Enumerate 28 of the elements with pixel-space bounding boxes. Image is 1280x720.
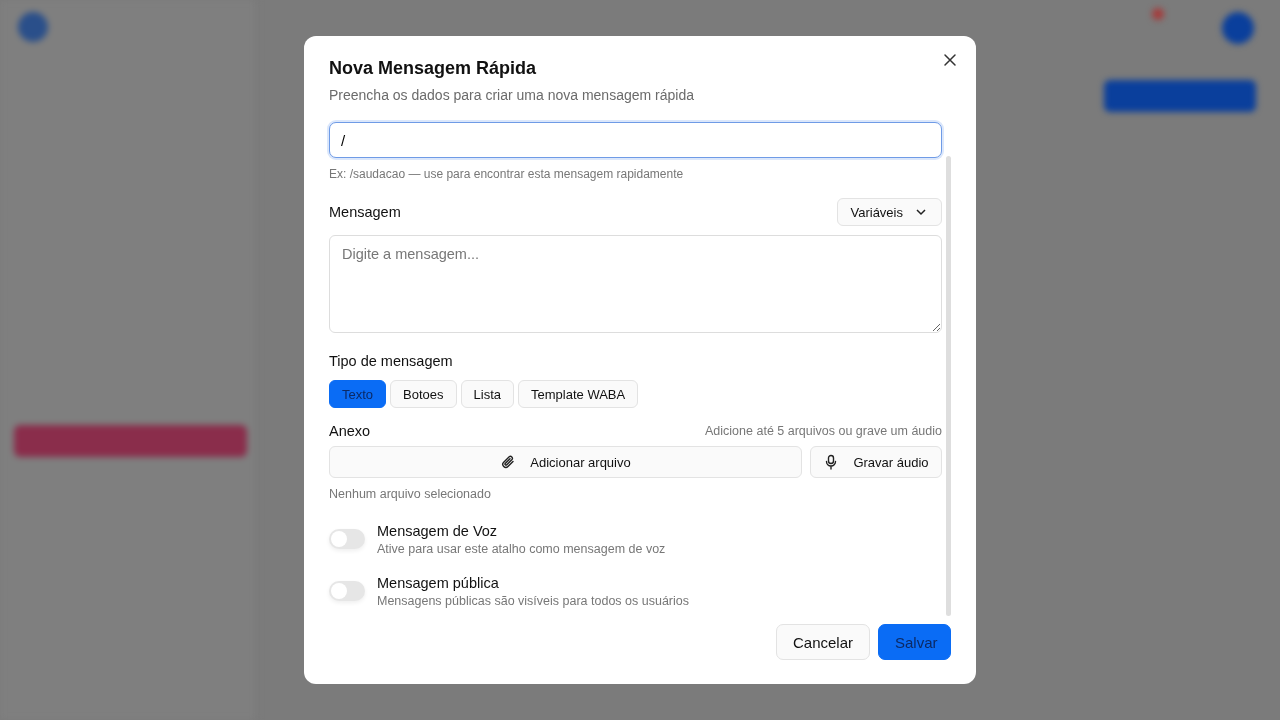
type-tab[interactable]: Lista <box>460 380 515 408</box>
shortcut-hint: Ex: /saudacao — use para encontrar esta mensagem rapidamente <box>329 167 685 181</box>
type-tab[interactable]: Template WABA <box>518 380 639 408</box>
scrollbar[interactable] <box>946 156 951 616</box>
toggle-title: Mensagem pública <box>377 575 500 591</box>
notification-badge <box>1152 8 1164 20</box>
toggle-switch[interactable] <box>329 529 365 549</box>
toggle-title: Mensagem de Voz <box>377 523 499 539</box>
dialog-subtitle: Preencha os dados para criar uma nova mensagem rápida <box>329 87 695 103</box>
variables-dropdown[interactable]: Variáveis <box>837 198 942 226</box>
dialog-title: Nova Mensagem Rápida <box>329 58 538 79</box>
toggle-description: Ative para usar este atalho como mensagem de voz <box>377 542 666 556</box>
record-audio-button[interactable]: Gravar áudio <box>810 446 942 478</box>
cancel-button[interactable]: Cancelar <box>776 624 870 660</box>
avatar <box>1222 12 1254 44</box>
paperclip-icon <box>500 454 517 470</box>
type-label: Tipo de mensagem <box>329 353 454 369</box>
shortcut-input[interactable]: / <box>329 122 942 158</box>
attachment-note: Adicione até 5 arquivos ou grave um áudio <box>705 424 942 438</box>
attachment-status: Nenhum arquivo selecionado <box>329 487 492 501</box>
toggle-description: Mensagens públicas são visíveis para todos os usuários <box>377 594 689 608</box>
message-label: Mensagem <box>329 204 401 220</box>
close-icon[interactable] <box>942 52 958 68</box>
type-tab[interactable]: Botoes <box>390 380 457 408</box>
attachment-label: Anexo <box>329 423 371 439</box>
add-file-button[interactable]: Adicionar arquivo <box>329 446 802 478</box>
message-field[interactable]: Digite a mensagem... <box>329 235 942 333</box>
toggle-switch[interactable] <box>329 581 365 601</box>
